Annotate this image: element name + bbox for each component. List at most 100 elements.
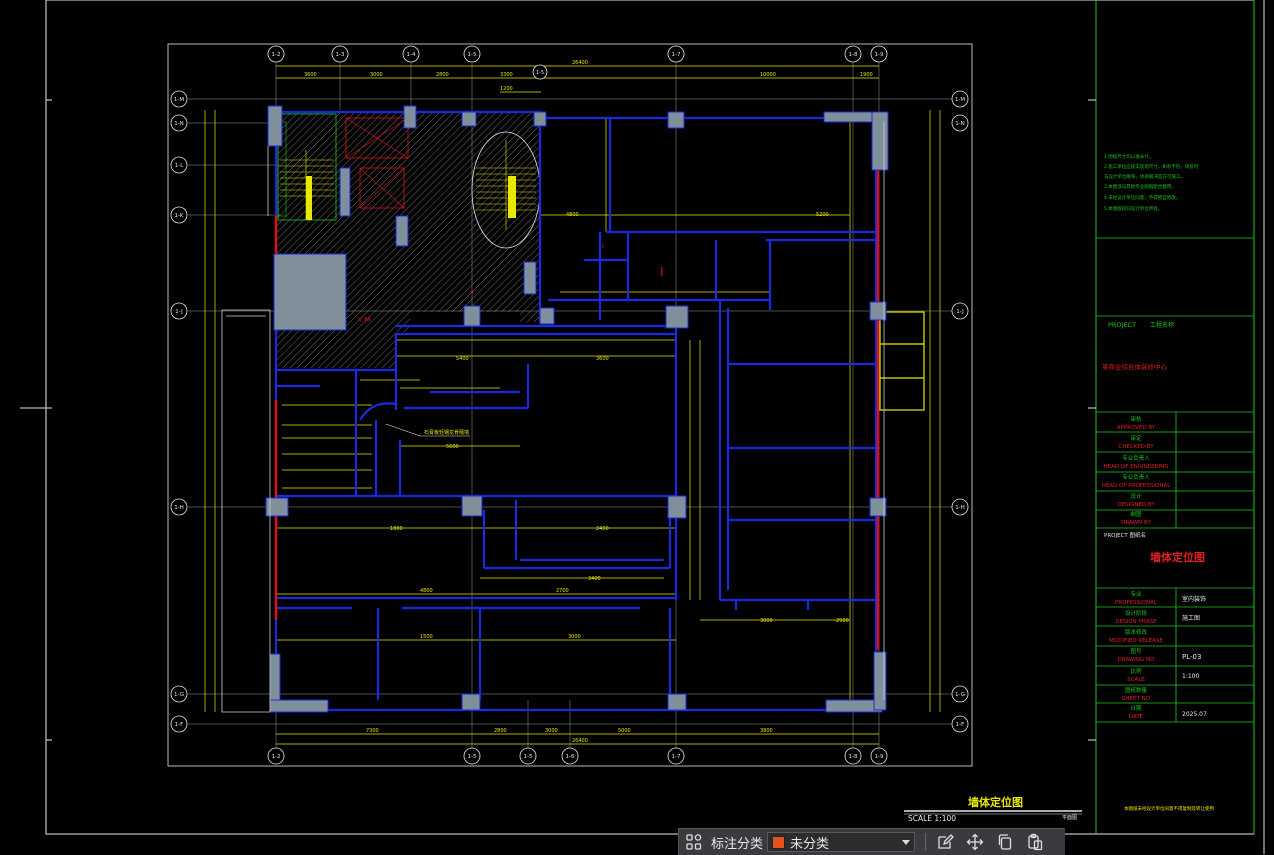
svg-text:1-9: 1-9 <box>875 754 884 760</box>
svg-text:2700: 2700 <box>556 588 569 594</box>
client-name: 某商业综合体装修中心 <box>1102 362 1168 371</box>
svg-text:SHEET NO: SHEET NO <box>1122 696 1151 702</box>
svg-text:1-N: 1-N <box>955 121 965 127</box>
svg-text:1-5: 1-5 <box>468 754 477 760</box>
info-value-professional: 室内装饰 <box>1182 595 1206 603</box>
svg-text:1-N: 1-N <box>174 121 184 127</box>
svg-text:HEAD OF PROFESSIONAL: HEAD OF PROFESSIONAL <box>1102 483 1172 489</box>
svg-text:DRAWN BY: DRAWN BY <box>1121 520 1151 526</box>
svg-text:3400: 3400 <box>588 576 601 582</box>
dim-top-1: 3600 <box>304 72 317 78</box>
cad-drawing-canvas[interactable]: 3600 3000 2800 3300 10000 1900 26400 730… <box>0 0 1274 854</box>
title-block-footer: 本图纸未经设计单位同意不得复制及转让使用 <box>1124 805 1214 812</box>
drawing-scale: SCALE 1:100 <box>908 814 956 823</box>
svg-text:1-H: 1-H <box>174 505 184 511</box>
dim-bottom-total: 26400 <box>572 738 588 744</box>
dim-top-total: 26400 <box>572 60 588 66</box>
svg-text:1-K: 1-K <box>174 213 183 219</box>
svg-text:1-2: 1-2 <box>272 52 281 58</box>
svg-text:1-7: 1-7 <box>672 52 681 58</box>
svg-text:制图: 制图 <box>1130 510 1142 518</box>
svg-text:DATE: DATE <box>1129 714 1144 720</box>
svg-text:图纸数量: 图纸数量 <box>1125 686 1148 694</box>
drawing-title-block: 墙体定位图 SCALE 1:100 平面图 <box>904 795 1082 823</box>
svg-text:1-7: 1-7 <box>672 754 681 760</box>
grid-bubble-bottom <box>267 747 888 765</box>
callout-note: 石膏板轻钢龙骨隔墙 <box>385 423 470 437</box>
svg-text:1500: 1500 <box>420 634 433 640</box>
svg-text:1-G: 1-G <box>174 692 184 698</box>
svg-text:1-M: 1-M <box>955 97 965 103</box>
svg-text:1-5: 1-5 <box>524 754 533 760</box>
svg-text:1.图纸尺寸均以毫米计。: 1.图纸尺寸均以毫米计。 <box>1104 153 1153 160</box>
svg-text:与设计单位联系，协商解决后方可施工。: 与设计单位联系，协商解决后方可施工。 <box>1104 173 1185 180</box>
svg-text:1-6: 1-6 <box>566 754 575 760</box>
svg-text:1800: 1800 <box>390 526 403 532</box>
annotation-toolbar: 标注分类 未分类 <box>678 828 1065 855</box>
svg-text:设计: 设计 <box>1130 492 1142 500</box>
svg-text:I: I <box>602 242 604 250</box>
svg-text:1-H: 1-H <box>955 505 965 511</box>
svg-text:比例: 比例 <box>1130 667 1142 675</box>
edit-icon[interactable] <box>930 829 960 855</box>
dim-bottom-3: 3000 <box>545 728 558 734</box>
dim-bottom-1: 7300 <box>366 728 379 734</box>
svg-text:1-M: 1-M <box>174 97 184 103</box>
drawing-scale-note: 平面图 <box>1062 815 1077 821</box>
grid-bubble-left <box>170 90 188 733</box>
svg-text:日期: 日期 <box>1130 705 1142 712</box>
svg-text:专业负责人: 专业负责人 <box>1122 454 1150 462</box>
svg-text:1-4: 1-4 <box>407 52 416 58</box>
svg-text:4.未经设计单位同意，不得擅自修改。: 4.未经设计单位同意，不得擅自修改。 <box>1104 194 1180 201</box>
svg-text:PROFESSIONAL: PROFESSIONAL <box>1115 600 1158 606</box>
svg-text:专业负责人: 专业负责人 <box>1122 473 1150 481</box>
dim-top-3: 2800 <box>436 72 449 78</box>
chevron-down-icon <box>902 839 911 845</box>
svg-text:审定: 审定 <box>1130 434 1142 442</box>
svg-text:3000: 3000 <box>760 618 773 624</box>
svg-text:1-F: 1-F <box>175 722 184 728</box>
grid-icon[interactable] <box>679 829 709 855</box>
svg-text:3000: 3000 <box>568 634 581 640</box>
svg-text:CHECKED BY: CHECKED BY <box>1118 444 1154 450</box>
svg-text:HEAD OF ENGINEERING: HEAD OF ENGINEERING <box>1104 464 1169 470</box>
info-value-date: 2025.07 <box>1182 711 1207 718</box>
sheet-drawing-title: 墙体定位图 <box>1150 550 1205 564</box>
svg-text:2900: 2900 <box>836 618 849 624</box>
svg-text:版本修改: 版本修改 <box>1125 628 1148 636</box>
annotation-category-select[interactable]: 未分类 <box>767 832 916 852</box>
grid-bubble-right <box>951 90 969 733</box>
dim-top-6: 1900 <box>860 72 873 78</box>
dim-bottom-2: 2800 <box>494 728 507 734</box>
dim-top-4: 3300 <box>500 72 513 78</box>
svg-text:设计阶段: 设计阶段 <box>1125 609 1148 617</box>
svg-text:1-9: 1-9 <box>875 52 884 58</box>
category-selected-value: 未分类 <box>790 836 830 852</box>
svg-text:3600: 3600 <box>596 356 609 362</box>
svg-text:1-5: 1-5 <box>468 52 477 58</box>
svg-text:1-L: 1-L <box>175 163 184 169</box>
info-value-scale: 1:100 <box>1182 673 1199 680</box>
svg-text:1-8: 1-8 <box>849 754 858 760</box>
svg-text:专业: 专业 <box>1130 590 1142 598</box>
dim-bottom-4: 5000 <box>618 728 631 734</box>
svg-text:1-J: 1-J <box>956 309 964 315</box>
drawing-name-label: PROJECT 图纸名 <box>1104 531 1146 539</box>
svg-text:1-F: 1-F <box>956 722 965 728</box>
annotation-category-label: 标注分类 <box>711 836 764 852</box>
toolbar-divider <box>925 833 927 851</box>
paste-icon[interactable] <box>1020 829 1050 855</box>
info-value-drawing-no: PL-03 <box>1182 653 1201 661</box>
project-value: 工程名称 <box>1150 321 1174 329</box>
sheet-title-block: 1.图纸尺寸均以毫米计。 2.施工单位应核实现场尺寸，如有不符，请及时 与设计单… <box>1096 153 1254 812</box>
copy-icon[interactable] <box>990 829 1020 855</box>
move-icon[interactable] <box>960 829 990 855</box>
svg-text:2.施工单位应核实现场尺寸，如有不符，请及时: 2.施工单位应核实现场尺寸，如有不符，请及时 <box>1104 163 1199 170</box>
project-label: PROJECT <box>1108 321 1136 329</box>
drawing-title: 墙体定位图 <box>968 795 1023 809</box>
svg-text:1-J: 1-J <box>175 309 183 315</box>
svg-text:1-5: 1-5 <box>536 70 544 76</box>
svg-text:3.本图须与其他专业图纸配合使用。: 3.本图须与其他专业图纸配合使用。 <box>1104 183 1176 190</box>
svg-text:DESIGN PHASE: DESIGN PHASE <box>1115 619 1157 625</box>
svg-text:审核: 审核 <box>1130 415 1142 423</box>
